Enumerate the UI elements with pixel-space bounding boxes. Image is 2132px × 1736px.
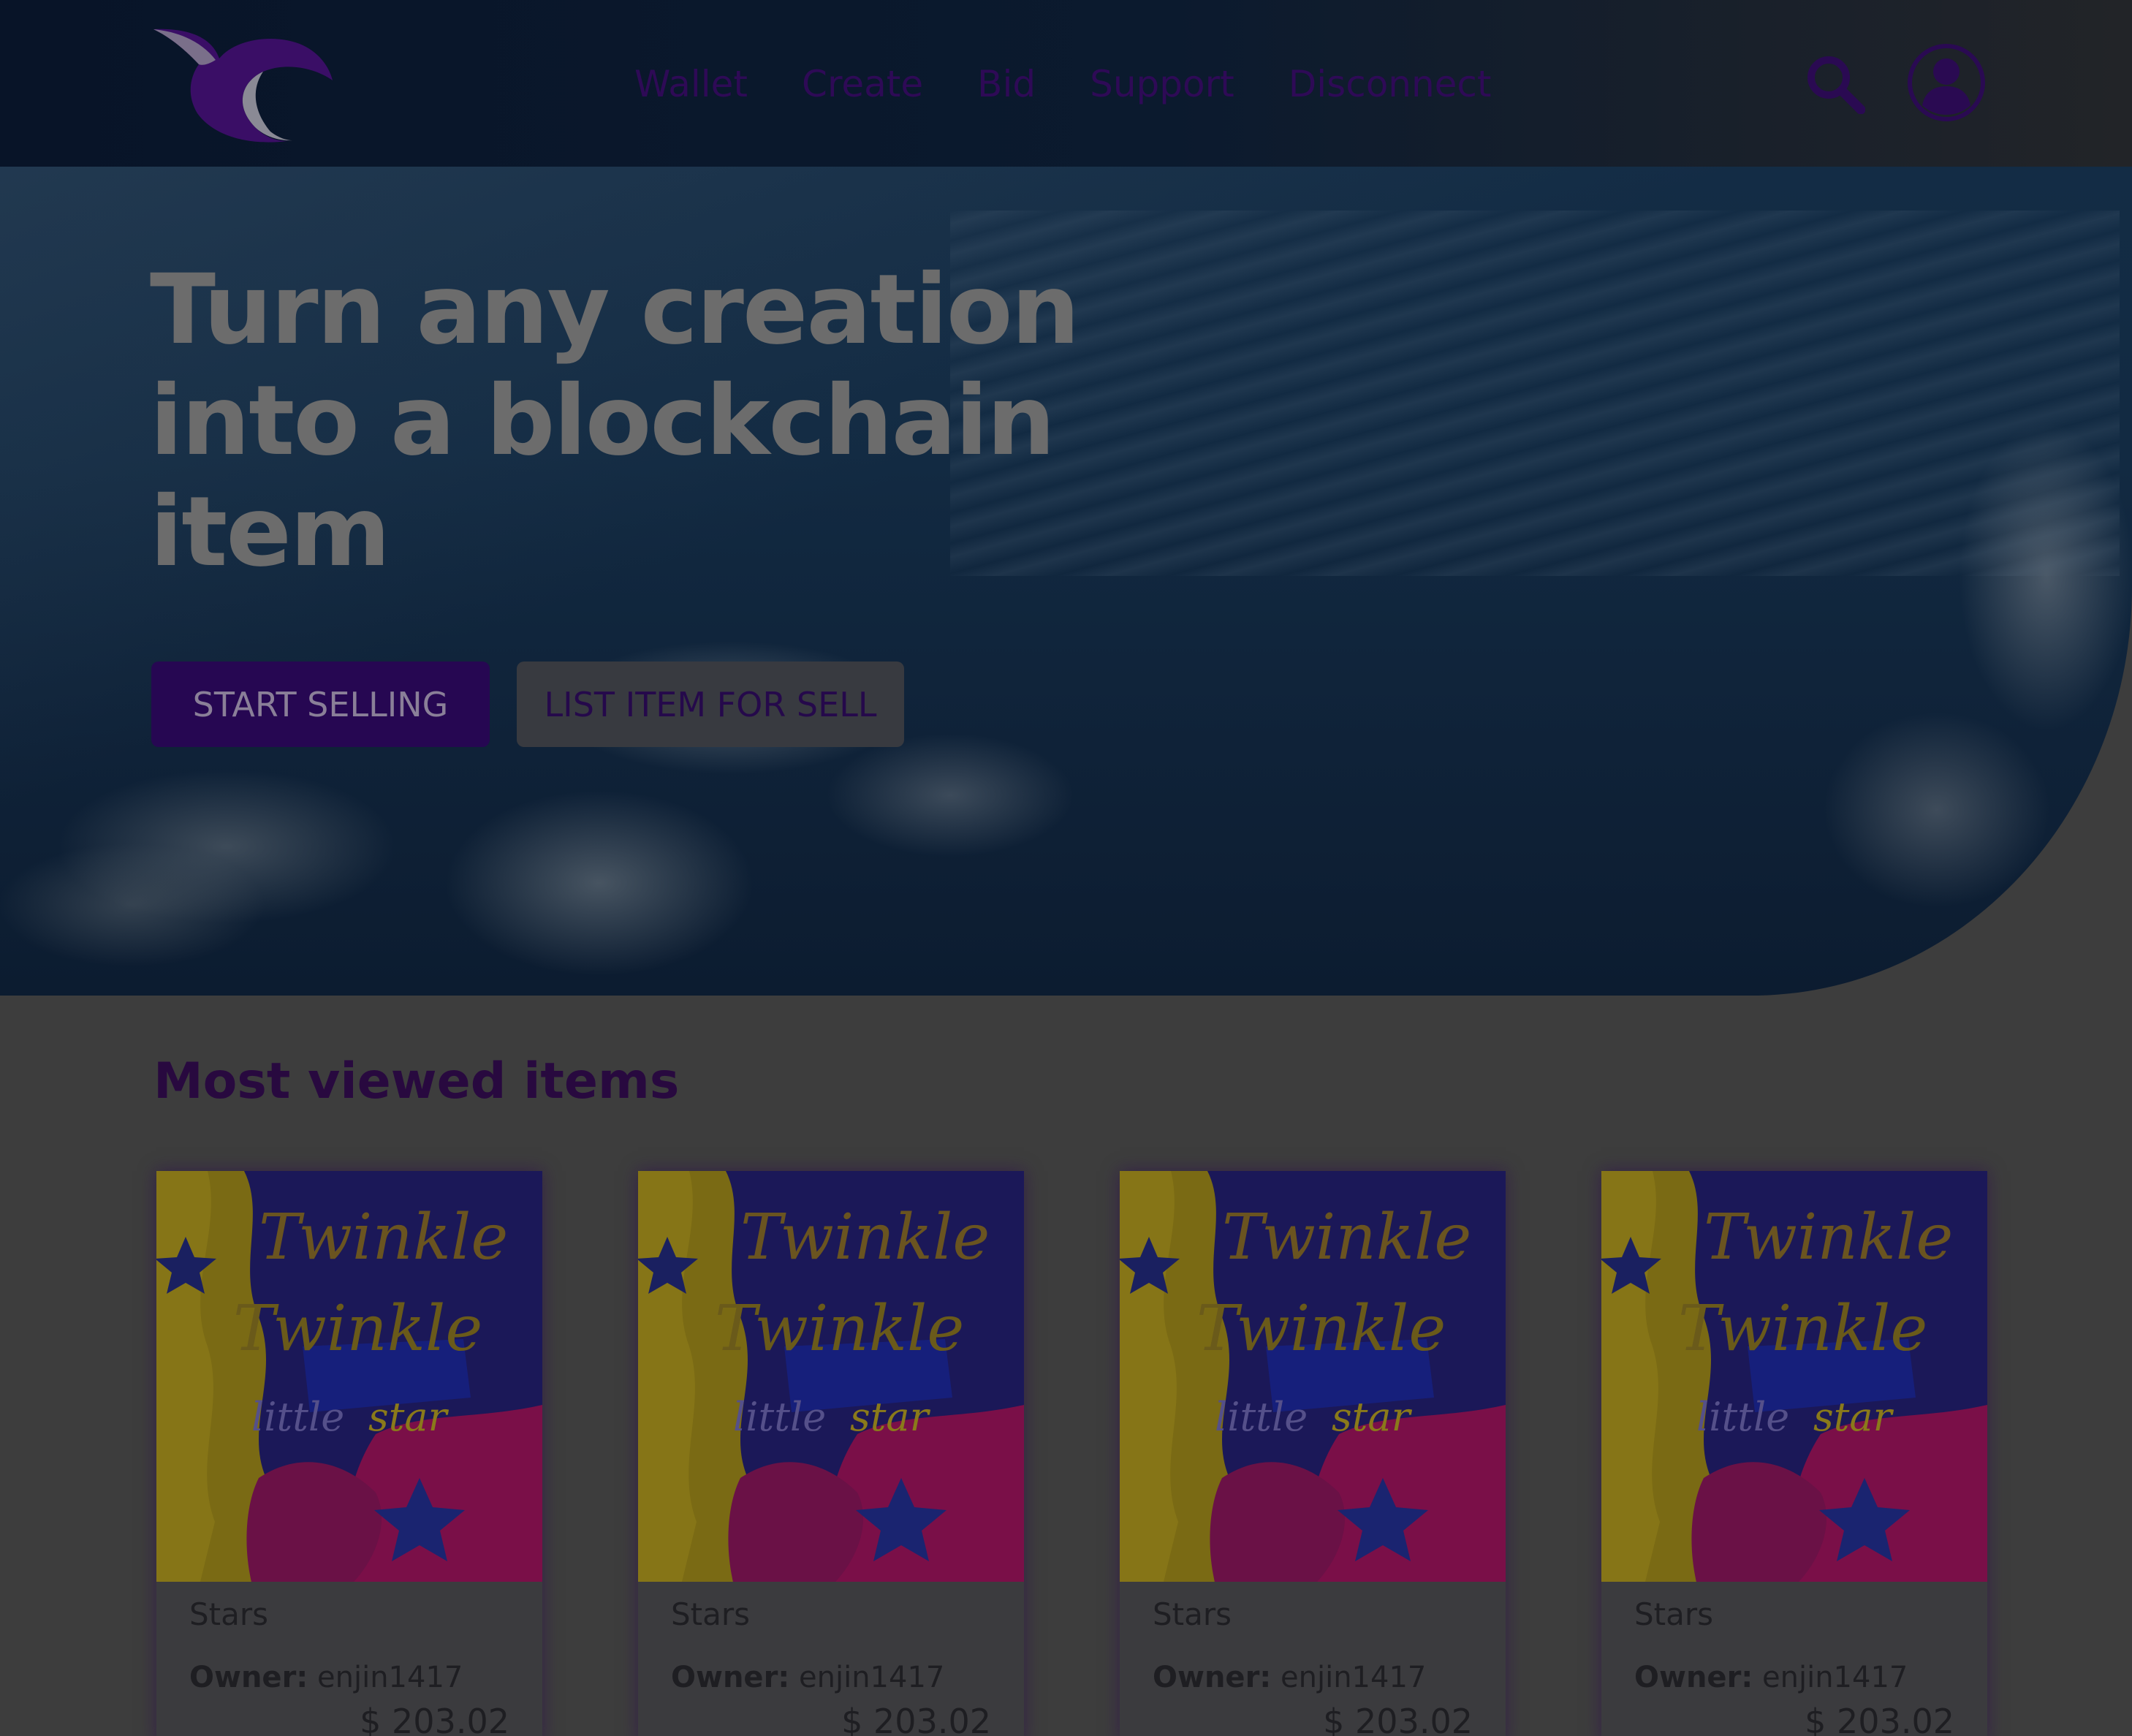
item-price: $ 203.02 bbox=[1323, 1702, 1473, 1736]
hero-title: Turn any creation into a blockchain item bbox=[150, 254, 1080, 588]
main-nav: Wallet Create Bid Support Disconnect bbox=[634, 57, 1492, 111]
owner-label: Owner: bbox=[671, 1661, 790, 1694]
nav-create[interactable]: Create bbox=[802, 63, 923, 105]
item-card[interactable]: Twinkle Twinkle little star Stars Owner:… bbox=[638, 1171, 1024, 1736]
svg-text:star: star bbox=[1813, 1394, 1894, 1440]
svg-text:Twinkle: Twinkle bbox=[740, 1201, 990, 1274]
svg-text:Twinkle: Twinkle bbox=[1678, 1292, 1927, 1365]
svg-text:little: little bbox=[1215, 1394, 1308, 1440]
top-navbar: Wallet Create Bid Support Disconnect bbox=[0, 0, 2132, 167]
item-artwork: Twinkle Twinkle little star bbox=[156, 1171, 542, 1582]
svg-text:star: star bbox=[1332, 1394, 1413, 1440]
item-owner: Owner: enjin1417 bbox=[671, 1661, 944, 1694]
item-owner: Owner: enjin1417 bbox=[189, 1661, 463, 1694]
item-price: $ 203.02 bbox=[360, 1702, 509, 1736]
svg-text:star: star bbox=[368, 1394, 449, 1440]
svg-text:little: little bbox=[251, 1394, 344, 1440]
section-title: Most viewed items bbox=[153, 1053, 680, 1110]
list-item-for-sell-button[interactable]: LIST ITEM FOR SELL bbox=[517, 662, 904, 747]
nav-disconnect[interactable]: Disconnect bbox=[1289, 63, 1492, 105]
item-artwork: Twinkle Twinkle little star bbox=[1120, 1171, 1506, 1582]
item-name: Stars bbox=[671, 1596, 751, 1632]
crescent-bird-logo[interactable] bbox=[146, 22, 340, 143]
item-price: $ 203.02 bbox=[1805, 1702, 1954, 1736]
item-name: Stars bbox=[1634, 1596, 1714, 1632]
item-name: Stars bbox=[189, 1596, 269, 1632]
item-card[interactable]: Twinkle Twinkle little star Stars Owner:… bbox=[1601, 1171, 1987, 1736]
nav-wallet[interactable]: Wallet bbox=[634, 63, 748, 105]
owner-name: enjin1417 bbox=[317, 1661, 463, 1694]
item-name: Stars bbox=[1153, 1596, 1232, 1632]
hero-banner: Turn any creation into a blockchain item… bbox=[0, 167, 2132, 996]
owner-name: enjin1417 bbox=[799, 1661, 945, 1694]
user-profile-icon[interactable] bbox=[1906, 42, 1987, 123]
nav-support[interactable]: Support bbox=[1090, 63, 1234, 105]
svg-text:Twinkle: Twinkle bbox=[233, 1292, 482, 1365]
start-selling-button[interactable]: START SELLING bbox=[151, 662, 490, 747]
svg-text:little: little bbox=[733, 1394, 826, 1440]
svg-text:star: star bbox=[850, 1394, 931, 1440]
owner-name: enjin1417 bbox=[1762, 1661, 1908, 1694]
item-card[interactable]: Twinkle Twinkle little star Stars Owner:… bbox=[1120, 1171, 1506, 1736]
owner-label: Owner: bbox=[1153, 1661, 1272, 1694]
svg-text:Twinkle: Twinkle bbox=[1222, 1201, 1471, 1274]
owner-name: enjin1417 bbox=[1281, 1661, 1427, 1694]
item-owner: Owner: enjin1417 bbox=[1634, 1661, 1908, 1694]
owner-label: Owner: bbox=[189, 1661, 308, 1694]
search-icon[interactable] bbox=[1805, 54, 1866, 115]
owner-label: Owner: bbox=[1634, 1661, 1753, 1694]
nav-bid[interactable]: Bid bbox=[977, 63, 1036, 105]
svg-text:little: little bbox=[1696, 1394, 1789, 1440]
item-card[interactable]: Twinkle Twinkle little star Stars Owner:… bbox=[156, 1171, 542, 1736]
svg-text:Twinkle: Twinkle bbox=[1196, 1292, 1446, 1365]
svg-text:Twinkle: Twinkle bbox=[259, 1201, 508, 1274]
item-artwork: Twinkle Twinkle little star bbox=[1601, 1171, 1987, 1582]
svg-text:Twinkle: Twinkle bbox=[1704, 1201, 1953, 1274]
svg-text:Twinkle: Twinkle bbox=[715, 1292, 964, 1365]
item-price: $ 203.02 bbox=[841, 1702, 991, 1736]
item-artwork: Twinkle Twinkle little star bbox=[638, 1171, 1024, 1582]
item-owner: Owner: enjin1417 bbox=[1153, 1661, 1426, 1694]
